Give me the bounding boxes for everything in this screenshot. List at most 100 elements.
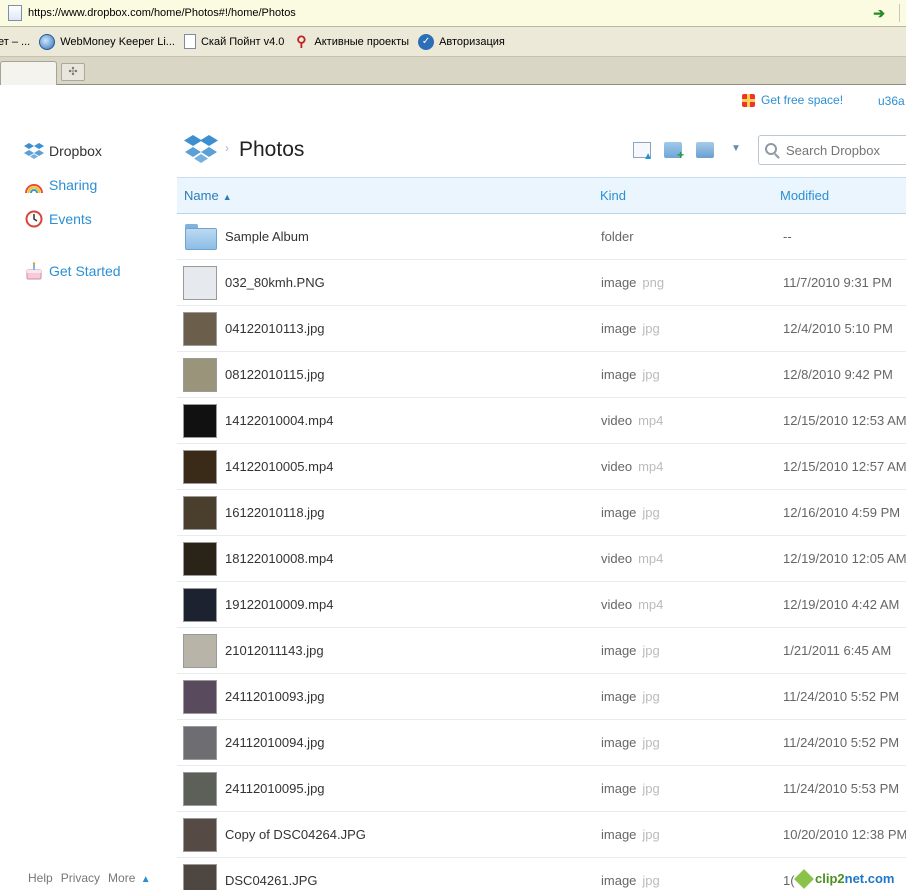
file-extension: jpg (642, 689, 660, 704)
file-extension: jpg (642, 781, 660, 796)
file-name[interactable]: 21012011143.jpg (225, 643, 324, 658)
kind-label: video (601, 459, 633, 474)
bookmark-item[interactable]: WebMoney Keeper Li... (39, 33, 175, 50)
file-extension: mp4 (638, 413, 664, 428)
table-row[interactable]: 08122010115.jpg image jpg 12/8/2010 9:42 PM (177, 352, 906, 398)
file-kind: image jpg (601, 827, 660, 842)
sidebar-item-get-started[interactable]: Get Started (24, 261, 121, 281)
file-kind: video mp4 (601, 459, 663, 474)
watermark-text: clip2 (815, 871, 845, 886)
get-free-space-link[interactable]: Get free space! (742, 93, 843, 107)
thumbnail (183, 634, 217, 668)
column-modified-header[interactable]: Modified (780, 188, 829, 203)
footer: Help Privacy More ▲ (28, 871, 151, 885)
kind-label: video (601, 551, 633, 566)
sidebar-item-label: Events (49, 211, 92, 227)
document-icon (183, 34, 196, 49)
watermark-text: net.com (844, 871, 895, 886)
file-extension: png (642, 275, 665, 290)
kind-label: image (601, 275, 637, 290)
sidebar-item-dropbox[interactable]: Dropbox (24, 141, 102, 161)
share-folder-icon[interactable] (696, 142, 714, 158)
file-extension: jpg (642, 873, 660, 888)
table-row[interactable]: 14122010005.mp4 video mp4 12/15/2010 12:57 … (177, 444, 906, 490)
file-extension: jpg (642, 505, 660, 520)
table-row[interactable]: 18122010008.mp4 video mp4 12/19/2010 12:05 … (177, 536, 906, 582)
file-name[interactable]: Sample Album (225, 229, 309, 244)
file-kind: image jpg (601, 505, 660, 520)
separator (899, 4, 900, 22)
url-field[interactable]: https://www.dropbox.com/home/Photos#!/ho… (28, 7, 873, 19)
table-row[interactable]: 21012011143.jpg image jpg 1/21/2011 6:45 AM (177, 628, 906, 674)
new-tab-button[interactable]: ✣ (61, 63, 85, 81)
thumbnail (183, 864, 217, 890)
table-row[interactable]: 04122010113.jpg image jpg 12/4/2010 5:10 PM (177, 306, 906, 352)
file-name[interactable]: 24112010095.jpg (225, 781, 325, 796)
more-link[interactable]: More ▲ (108, 871, 151, 885)
modified-date: 12/15/2010 12:57 AM (783, 459, 906, 474)
table-row[interactable]: 24112010094.jpg image jpg 11/24/2010 5:52 P… (177, 720, 906, 766)
bookmark-item[interactable]: ⚲ Активные проекты (293, 33, 409, 50)
file-name[interactable]: DSC04261.JPG (225, 873, 318, 888)
file-kind: image png (601, 275, 664, 290)
modified-date: 12/19/2010 12:05 AM (783, 551, 906, 566)
bookmark-item[interactable]: ✓ Авторизация (418, 33, 505, 50)
breadcrumb-separator-icon: › (225, 141, 229, 155)
kind-label: video (601, 597, 633, 612)
file-name[interactable]: 14122010004.mp4 (225, 413, 333, 428)
file-name[interactable]: 16122010118.jpg (225, 505, 325, 520)
table-row[interactable]: 16122010118.jpg image jpg 12/16/2010 4:59 P… (177, 490, 906, 536)
thumbnail (183, 726, 217, 760)
file-name[interactable]: 24112010093.jpg (225, 689, 325, 704)
user-menu[interactable]: u36a (878, 94, 905, 108)
gift-icon (742, 93, 755, 107)
file-name[interactable]: 08122010115.jpg (225, 367, 325, 382)
file-extension: jpg (642, 735, 660, 750)
file-name[interactable]: 24112010094.jpg (225, 735, 325, 750)
bookmark-label: WebMoney Keeper Li... (60, 35, 175, 48)
privacy-link[interactable]: Privacy (61, 871, 100, 885)
thumbnail (183, 496, 217, 530)
table-row[interactable]: 032_80kmh.PNG image png 11/7/2010 9:31 PM (177, 260, 906, 306)
file-name[interactable]: 032_80kmh.PNG (225, 275, 325, 290)
sidebar-item-sharing[interactable]: Sharing (24, 175, 97, 195)
search-box[interactable] (758, 135, 906, 165)
file-name[interactable]: 18122010008.mp4 (225, 551, 333, 566)
page-icon (8, 5, 22, 21)
go-arrow-icon[interactable]: ➔ (873, 5, 885, 22)
file-kind: image jpg (601, 321, 660, 336)
table-row[interactable]: 24112010093.jpg image jpg 11/24/2010 5:52 P… (177, 674, 906, 720)
sidebar-item-events[interactable]: Events (24, 209, 92, 229)
table-row[interactable]: 14122010004.mp4 video mp4 12/15/2010 12:53 … (177, 398, 906, 444)
kind-label: image (601, 643, 637, 658)
table-row[interactable]: Sample Album folder -- (177, 214, 906, 260)
column-kind-header[interactable]: Kind (600, 188, 626, 203)
kind-label: image (601, 873, 637, 888)
table-row[interactable]: Copy of DSC04264.JPG image jpg 10/20/2010 1… (177, 812, 906, 858)
more-options-icon[interactable]: ▼ (731, 143, 741, 154)
file-kind: image jpg (601, 735, 660, 750)
modified-date: -- (783, 229, 792, 244)
file-list: Sample Album folder -- 032_80kmh.PNG image pn… (177, 214, 906, 890)
page-title: Photos (239, 138, 305, 161)
new-folder-icon[interactable] (664, 142, 684, 162)
upload-icon[interactable] (633, 142, 653, 162)
sort-ascending-icon: ▲ (222, 192, 232, 202)
file-extension: mp4 (638, 459, 664, 474)
search-input[interactable] (786, 142, 906, 158)
kind-label: image (601, 689, 637, 704)
table-row[interactable]: 19122010009.mp4 video mp4 12/19/2010 4:42 A… (177, 582, 906, 628)
file-name[interactable]: Copy of DSC04264.JPG (225, 827, 366, 842)
file-name[interactable]: 14122010005.mp4 (225, 459, 333, 474)
file-name[interactable]: 04122010113.jpg (225, 321, 325, 336)
dropbox-breadcrumb-icon[interactable] (184, 134, 218, 169)
file-name[interactable]: 19122010009.mp4 (225, 597, 333, 612)
browser-tab[interactable] (0, 61, 57, 85)
bookmark-item[interactable]: Скай Пойнт v4.0 (183, 34, 284, 49)
file-extension: jpg (642, 643, 660, 658)
kind-label: image (601, 505, 637, 520)
bookmark-item[interactable]: ет – ... (0, 36, 30, 48)
table-row[interactable]: 24112010095.jpg image jpg 11/24/2010 5:53 P… (177, 766, 906, 812)
help-link[interactable]: Help (28, 871, 53, 885)
column-name-header[interactable]: Name ▲ (184, 188, 232, 203)
